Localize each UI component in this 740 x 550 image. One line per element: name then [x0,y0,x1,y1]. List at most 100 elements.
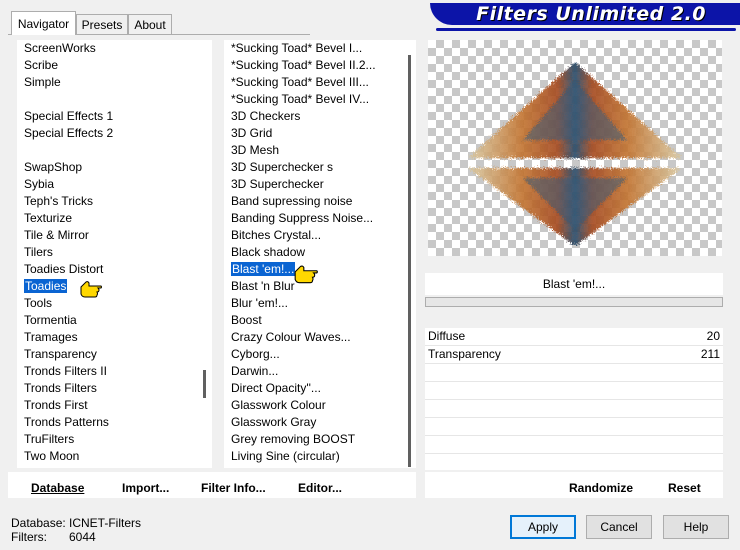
editor-button[interactable]: Editor... [298,481,342,495]
list-item-label: 3D Checkers [231,109,301,123]
list-item-label: ScreenWorks [24,41,96,55]
list-item[interactable]: Two Moon [17,448,198,465]
database-value: ICNET-Filters [69,516,141,530]
list-item-label: *Sucking Toad* Bevel IV... [231,92,370,106]
list-item[interactable]: Teph's Tricks [17,193,198,210]
list-item[interactable]: Special Effects 1 [17,108,198,125]
list-item-label: Tronds First [24,398,88,412]
category-scrollbar[interactable] [198,40,212,468]
list-item[interactable]: Toadies Distort [17,261,198,278]
list-item[interactable]: *Sucking Toad* Bevel IV... [224,91,406,108]
list-item[interactable]: Tormentia [17,312,198,329]
list-item[interactable]: Boost [224,312,406,329]
list-item-label: SwapShop [24,160,83,174]
list-item[interactable]: Simple [17,74,198,91]
param-row[interactable]: Diffuse 20 [425,328,723,346]
param-name: Transparency [428,347,501,361]
list-item[interactable]: Tronds Filters II [17,363,198,380]
list-item[interactable]: Living Sine (linear) [224,465,406,468]
list-item-label: Crazy Colour Waves... [231,330,351,344]
filter-scrollbar[interactable] [402,40,416,468]
filter-items: *Sucking Toad* Bevel I... *Sucking Toad* … [224,40,406,468]
tab-about[interactable]: About [128,14,172,34]
list-item-label: Glasswork Gray [231,415,317,429]
list-item-label: Living Sine (linear) [231,466,330,468]
list-item-label: Boost [231,313,262,327]
progress-bar [425,297,723,307]
list-item[interactable]: 3D Mesh [224,142,406,159]
param-row-empty [425,436,723,454]
filter-info-button[interactable]: Filter Info... [201,481,266,495]
list-item[interactable]: Tilers [17,244,198,261]
list-item[interactable]: Tile & Mirror [17,227,198,244]
list-item-label: Tools [24,296,53,310]
param-value: 20 [706,329,720,343]
list-item[interactable]: Toadies [17,278,198,295]
list-item[interactable]: Texturize [17,210,198,227]
database-button[interactable]: Database [31,481,84,495]
category-list[interactable]: ScreenWorks Scribe Simple Special Effects 1… [17,40,198,468]
list-item-label: Teph's Tricks [24,194,93,208]
list-item[interactable]: Sybia [17,176,198,193]
list-item[interactable]: 3D Grid [224,125,406,142]
list-item[interactable]: Glasswork Gray [224,414,406,431]
list-item[interactable]: Blur 'em!... [224,295,406,312]
filter-list[interactable]: *Sucking Toad* Bevel I... *Sucking Toad* … [224,40,406,468]
apply-button[interactable]: Apply [510,515,576,539]
list-item-label: Toadies Distort [24,262,104,276]
list-item[interactable]: Band supressing noise [224,193,406,210]
list-item[interactable]: *Sucking Toad* Bevel II.2... [224,57,406,74]
list-item-label: VM Distortion [24,466,96,468]
list-item[interactable]: *Sucking Toad* Bevel I... [224,40,406,57]
list-item[interactable]: Living Sine (circular) [224,448,406,465]
list-item[interactable]: *Sucking Toad* Bevel III... [224,74,406,91]
list-item-label: Special Effects 2 [24,126,114,140]
list-item[interactable]: TruFilters [17,431,198,448]
list-item[interactable]: Tronds Patterns [17,414,198,431]
tab-navigator[interactable]: Navigator [11,11,76,35]
cancel-button[interactable]: Cancel [586,515,652,539]
list-item[interactable]: Special Effects 2 [17,125,198,142]
list-item[interactable]: 3D Checkers [224,108,406,125]
list-item[interactable]: Direct Opacity''... [224,380,406,397]
list-item-label: Two Moon [24,449,80,463]
list-item-label: Tormentia [24,313,77,327]
list-item[interactable]: Banding Suppress Noise... [224,210,406,227]
filter-scroll-thumb[interactable] [408,55,411,467]
list-item-label: Blast 'n Blur [231,279,295,293]
param-value: 211 [700,347,720,361]
list-item[interactable]: ScreenWorks [17,40,198,57]
randomize-button[interactable]: Randomize [569,481,633,495]
list-item-label: Transparency [24,347,97,361]
list-item-label: 3D Grid [231,126,273,140]
app-title: Filters Unlimited 2.0 [476,3,706,25]
list-item[interactable]: Grey removing BOOST [224,431,406,448]
list-item[interactable]: Tramages [17,329,198,346]
list-item-label: Tronds Patterns [24,415,109,429]
list-item[interactable]: SwapShop [17,159,198,176]
import-button[interactable]: Import... [122,481,169,495]
list-item[interactable]: Cyborg... [224,346,406,363]
param-row-empty [425,364,723,382]
list-item[interactable]: Darwin... [224,363,406,380]
list-item[interactable]: Crazy Colour Waves... [224,329,406,346]
list-item[interactable]: Tools [17,295,198,312]
list-item[interactable]: Glasswork Colour [224,397,406,414]
category-scroll-thumb[interactable] [203,370,206,398]
list-item[interactable]: Tronds Filters [17,380,198,397]
param-row[interactable]: Transparency 211 [425,346,723,364]
list-item-label: *Sucking Toad* Bevel II.2... [231,58,376,72]
help-button[interactable]: Help [663,515,729,539]
reset-button[interactable]: Reset [668,481,701,495]
list-item[interactable]: Scribe [17,57,198,74]
list-item[interactable]: Bitches Crystal... [224,227,406,244]
list-item-label: Toadies [24,279,68,293]
list-item-label: *Sucking Toad* Bevel III... [231,75,369,89]
list-item[interactable]: 3D Superchecker [224,176,406,193]
list-item[interactable]: Black shadow [224,244,406,261]
list-item[interactable]: Transparency [17,346,198,363]
list-item[interactable]: 3D Superchecker s [224,159,406,176]
list-item[interactable]: VM Distortion [17,465,198,468]
tab-presets[interactable]: Presets [76,14,128,34]
list-item[interactable]: Tronds First [17,397,198,414]
